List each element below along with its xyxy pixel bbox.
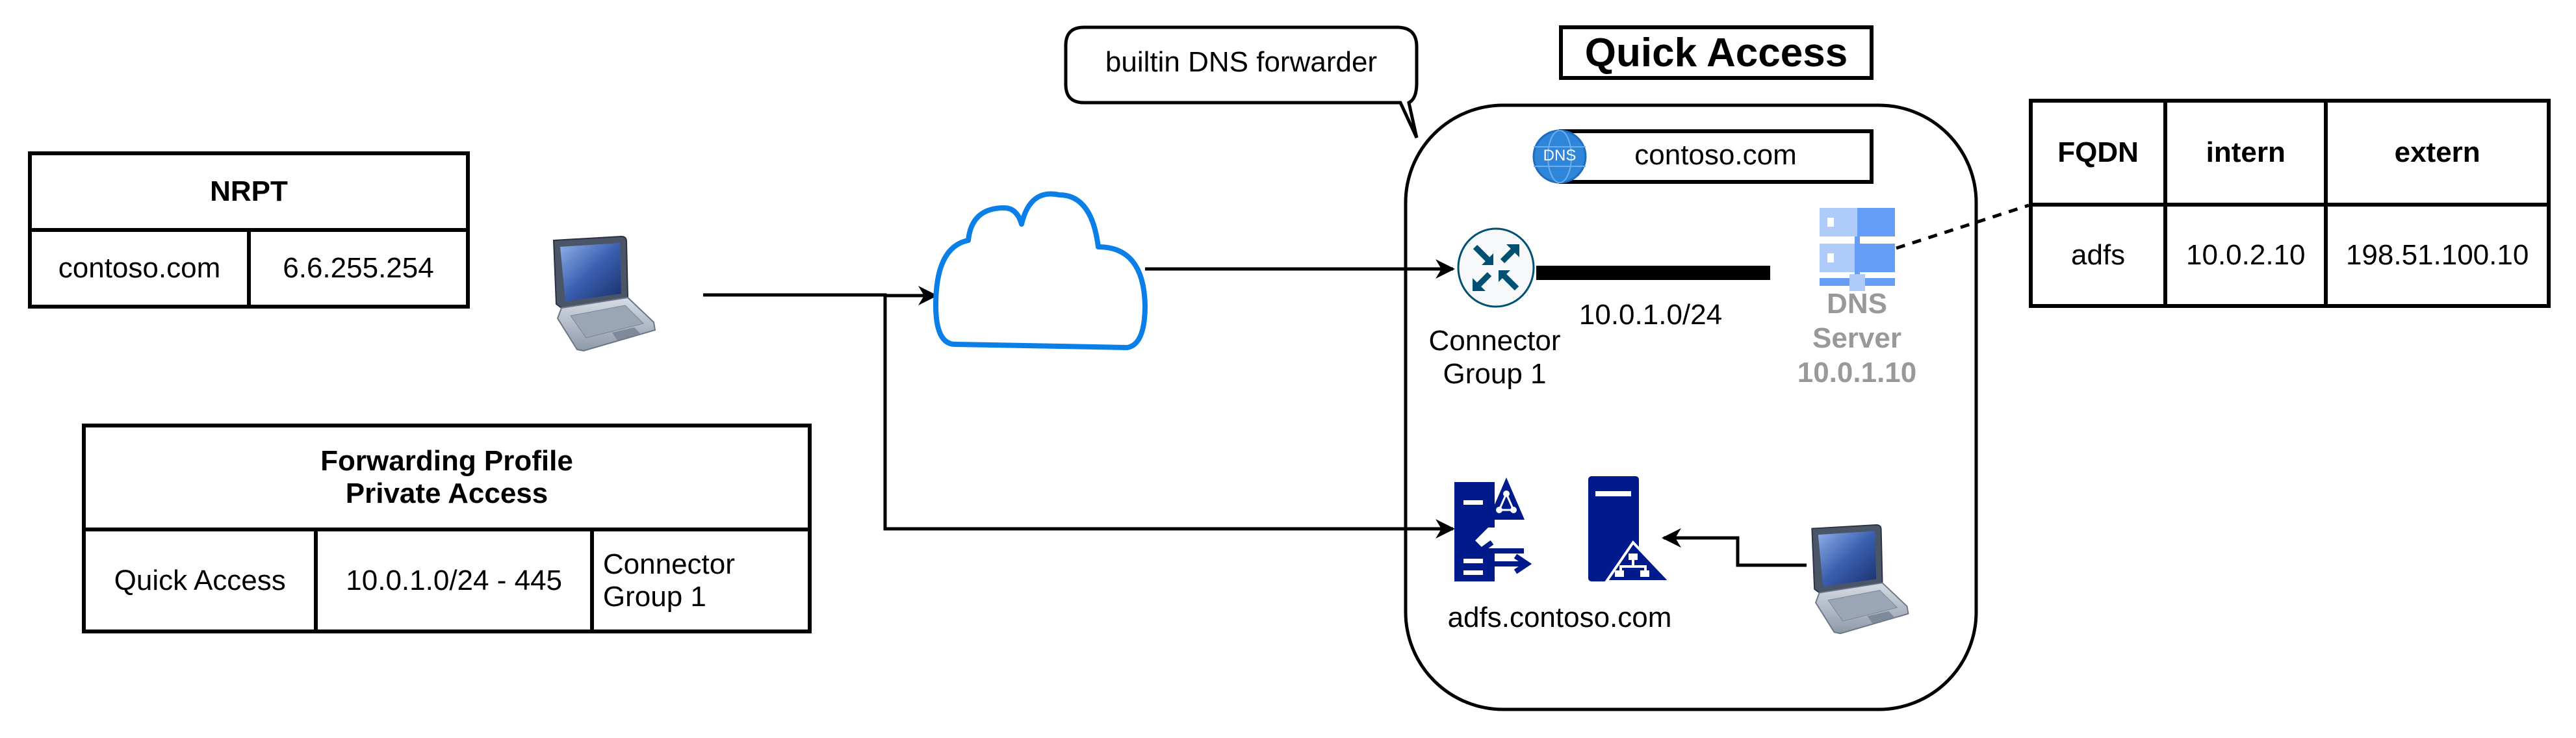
nrpt-title: NRPT [28,151,470,232]
table-row: adfs 10.0.2.10 198.51.100.10 [2028,203,2551,308]
nrpt-table: NRPT contoso.com 6.6.255.254 [28,151,470,309]
fqdn-header-row: FQDN intern extern [2028,99,2551,207]
fqdn-header-fqdn: FQDN [2028,99,2168,207]
forwarding-connector-line2: Group 1 [602,580,706,613]
fqdn-table: FQDN intern extern adfs 10.0.2.10 198.51… [2028,99,2551,308]
forwarding-profile-title-line1: Forwarding Profile [320,445,573,477]
dns-record-link [1896,203,2029,250]
fqdn-header-extern: extern [2324,99,2551,207]
connector-label-line1: Connector [1428,325,1561,357]
adfs-label: adfs.contoso.com [1447,602,1672,633]
forwarding-connector-line1: Connector [602,548,735,580]
dns-server-ip: 10.0.1.10 [1797,356,1917,388]
forwarding-profile-table: Forwarding Profile Private Access Quick … [81,424,812,633]
client-to-adfs-connector [1662,528,1807,567]
dns-globe-label: DNS [1543,147,1577,164]
internet-cloud-icon [933,191,1148,350]
forwarding-destination: 10.0.1.0/24 - 445 [314,528,594,633]
forwarding-connector: Connector Group 1 [589,528,812,633]
connector-label-line2: Group 1 [1443,357,1547,390]
dns-suffix-text: contoso.com [1634,139,1797,171]
subnet-label: 10.0.1.0/24 [1578,299,1723,331]
dns-server-label: DNS Server 10.0.1.10 [1781,287,1933,390]
forwarding-profile-title: Forwarding Profile Private Access [82,424,812,531]
table-row: Quick Access 10.0.1.0/24 - 445 Connector… [81,528,812,633]
nrpt-dns-server: 6.6.255.254 [247,228,470,309]
fqdn-cell-extern: 198.51.100.10 [2324,203,2551,308]
nrpt-namespace: contoso.com [28,228,251,309]
forwarding-profile-title-line2: Private Access [345,477,548,509]
fqdn-cell-intern: 10.0.2.10 [2163,203,2328,308]
connector-router-icon [1457,227,1535,308]
adfs-proxy-server-icon [1454,477,1532,581]
dns-server-label-line1: DNS [1827,288,1887,320]
client-laptop-icon [553,236,656,351]
dns-server-label-line2: Server [1812,322,1901,354]
laptop-to-cloud-connector [703,286,938,305]
callout-text: builtin DNS forwarder [1105,46,1378,78]
quick-access-title: Quick Access [1584,31,1848,75]
table-row: contoso.com 6.6.255.254 [28,228,470,309]
forwarding-type: Quick Access [81,528,318,633]
fqdn-cell-name: adfs [2028,203,2168,308]
connector-label: Connector Group 1 [1410,325,1579,390]
adfs-server-icon [1588,476,1673,583]
internal-laptop-icon [1811,524,1909,635]
dns-server-icon [1820,208,1895,291]
callout-bubble [1064,25,1419,139]
fqdn-header-intern: intern [2163,99,2328,207]
